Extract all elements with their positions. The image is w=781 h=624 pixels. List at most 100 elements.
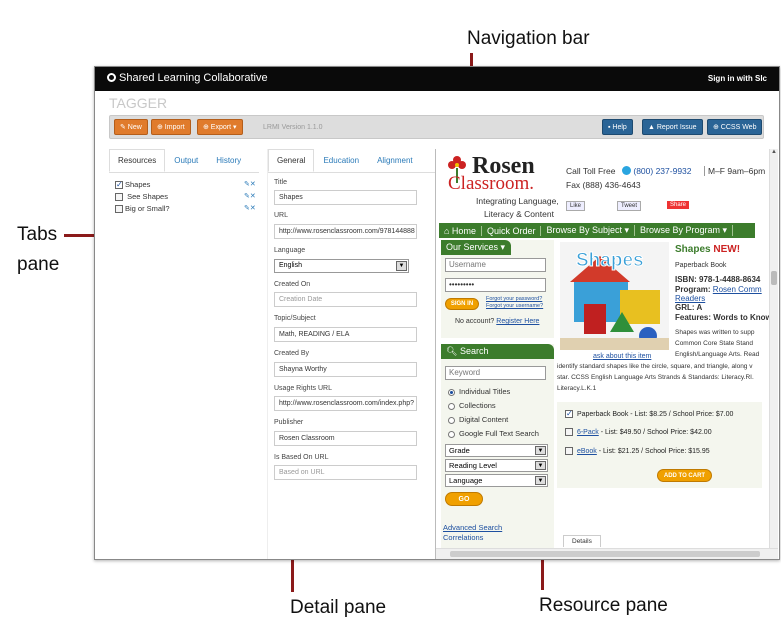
based-on-url-field[interactable]: Based on URL xyxy=(274,465,417,480)
program-link[interactable]: Rosen Comm xyxy=(713,285,762,294)
scroll-thumb[interactable] xyxy=(450,551,760,557)
navigation-bar-annotation: Navigation bar xyxy=(467,28,590,49)
nav-quick-order[interactable]: Quick Order xyxy=(482,225,542,236)
language-select[interactable]: English ▼ xyxy=(274,259,409,273)
created-on-field[interactable]: Creation Date xyxy=(274,292,417,307)
register-link[interactable]: Register Here xyxy=(496,318,539,325)
title-field[interactable]: Shapes xyxy=(274,190,417,205)
book-cover[interactable]: Shapes xyxy=(560,242,669,350)
tagline-1: Integrating Language, xyxy=(476,196,559,206)
price-checkbox[interactable] xyxy=(565,447,573,455)
price-name[interactable]: 6-Pack xyxy=(577,429,599,436)
tab-history[interactable]: History xyxy=(207,149,250,172)
new-button[interactable]: ✎ New xyxy=(114,119,148,135)
keyword-field[interactable]: Keyword xyxy=(445,366,546,380)
export-button[interactable]: ⊕ Export ▾ xyxy=(197,119,243,135)
no-account-label: No account? xyxy=(455,318,495,325)
ask-about-item-link[interactable]: ask about this item xyxy=(593,353,651,360)
program: Program: Rosen Comm xyxy=(675,285,762,294)
nav-browse-subject[interactable]: Browse By Subject ▾ xyxy=(541,225,636,236)
resource-pane-annotation: Resource pane xyxy=(539,595,668,616)
reading-level-select-value: Reading Level xyxy=(449,461,497,470)
share-button[interactable]: Share xyxy=(667,201,690,209)
price-checkbox[interactable] xyxy=(565,428,573,436)
tabs-pane-tabs: Resources Output History xyxy=(109,149,259,173)
description-line: Literacy.L.K.1 xyxy=(557,385,597,392)
resource-actions[interactable]: ✎✕ xyxy=(244,192,256,200)
import-button[interactable]: ⊕ Import xyxy=(151,119,191,135)
reading-level-select[interactable]: Reading Level ▼ xyxy=(445,459,548,472)
price-row[interactable]: ✓ Paperback Book - List: $8.25 / School … xyxy=(565,410,733,418)
radio-icon xyxy=(448,416,455,424)
price-row[interactable]: eBook - List: $21.25 / School Price: $15… xyxy=(565,447,710,455)
resource-checkbox[interactable]: ✓ xyxy=(115,181,123,190)
publisher-field[interactable]: Rosen Classroom xyxy=(274,431,417,446)
radio-label: Google Full Text Search xyxy=(459,429,539,438)
password-field[interactable]: ••••••••• xyxy=(445,278,546,292)
tab-output[interactable]: Output xyxy=(165,149,207,172)
like-button[interactable]: Like xyxy=(566,201,586,211)
price-name[interactable]: eBook xyxy=(577,448,597,455)
resource-checkbox[interactable] xyxy=(115,193,123,202)
top-bar: Shared Learning Collaborative Sign in wi… xyxy=(95,67,779,91)
tagline-2: Literacy & Content xyxy=(484,209,554,219)
correlations-link[interactable]: Correlations xyxy=(443,533,483,542)
vertical-scrollbar[interactable]: ▲ xyxy=(769,149,778,548)
our-services-header[interactable]: Our Services ▾ xyxy=(441,240,511,255)
resource-checkbox[interactable] xyxy=(115,205,123,214)
add-to-cart-button[interactable]: ADD TO CART xyxy=(657,469,712,482)
radio-google-full-text[interactable]: Google Full Text Search xyxy=(448,429,539,438)
logo-classroom-text: Classroom. xyxy=(448,173,535,194)
chevron-down-icon: ▼ xyxy=(535,476,546,485)
program-link-2[interactable]: Readers xyxy=(675,294,705,303)
nav-browse-program[interactable]: Browse By Program ▾ xyxy=(635,225,734,236)
signin-link[interactable]: Sign in with Slc xyxy=(708,74,767,83)
report-issue-button[interactable]: ▲ Report Issue xyxy=(642,119,703,135)
phone-link[interactable]: (800) 237-9932 xyxy=(622,166,692,176)
lrmi-version: LRMI Version 1.1.0 xyxy=(263,124,323,131)
forgot-password-link[interactable]: Forgot your password? xyxy=(486,296,542,302)
our-services-box: Our Services ▾ Username ••••••••• SIGN I… xyxy=(441,240,554,338)
resource-item[interactable]: See Shapes xyxy=(115,192,168,202)
horizontal-scrollbar[interactable] xyxy=(436,548,778,559)
advanced-search-link[interactable]: Advanced Search xyxy=(443,523,502,532)
radio-collections[interactable]: Collections xyxy=(448,401,496,410)
price-checkbox[interactable]: ✓ xyxy=(565,410,573,418)
radio-individual-titles[interactable]: Individual Titles xyxy=(448,387,510,396)
radio-digital-content[interactable]: Digital Content xyxy=(448,415,508,424)
nav-home[interactable]: ⌂ Home xyxy=(439,225,482,236)
brand[interactable]: Shared Learning Collaborative xyxy=(107,72,268,84)
tweet-button[interactable]: Tweet xyxy=(617,201,642,211)
url-field[interactable]: http://www.rosenclassroom.com/978144888 xyxy=(274,224,417,239)
tab-education[interactable]: Education xyxy=(314,149,368,172)
help-button[interactable]: ▪ Help xyxy=(602,119,633,135)
like-label: Like xyxy=(570,203,582,209)
go-button[interactable]: GO xyxy=(445,492,483,506)
resource-actions[interactable]: ✎✕ xyxy=(244,180,256,188)
features: Features: Words to Know xyxy=(675,313,772,322)
tab-alignment[interactable]: Alignment xyxy=(368,149,422,172)
tab-general[interactable]: General xyxy=(268,149,315,172)
created-by-field[interactable]: Shayna Worthy xyxy=(274,362,417,377)
fax: Fax (888) 436-4643 xyxy=(566,180,641,190)
scroll-up-icon[interactable]: ▲ xyxy=(770,149,778,155)
resource-actions[interactable]: ✎✕ xyxy=(244,204,256,212)
scroll-thumb[interactable] xyxy=(771,271,777,285)
created-on-label: Created On xyxy=(274,281,311,288)
topic-subject-field[interactable]: Math, READING / ELA xyxy=(274,327,417,342)
forgot-username-link[interactable]: Forgot your username? xyxy=(486,303,543,309)
price-row[interactable]: 6-Pack - List: $49.50 / School Price: $4… xyxy=(565,428,712,436)
resource-item[interactable]: Big or Small? xyxy=(115,204,170,214)
tab-resources[interactable]: Resources xyxy=(109,149,166,172)
ccss-web-button[interactable]: ⊕ CCSS Web xyxy=(707,119,763,135)
language-filter-select[interactable]: Language ▼ xyxy=(445,474,548,487)
app-window: Shared Learning Collaborative Sign in wi… xyxy=(94,66,780,560)
resource-item[interactable]: ✓ Shapes xyxy=(115,180,150,190)
details-tab[interactable]: Details xyxy=(563,535,601,547)
signin-button[interactable]: SIGN IN xyxy=(445,298,479,310)
grade-select[interactable]: Grade ▼ xyxy=(445,444,548,457)
skype-icon xyxy=(622,166,631,175)
language-label: Language xyxy=(274,247,306,254)
usage-rights-field[interactable]: http://www.rosenclassroom.com/index.php? xyxy=(274,396,417,411)
username-field[interactable]: Username xyxy=(445,258,546,272)
